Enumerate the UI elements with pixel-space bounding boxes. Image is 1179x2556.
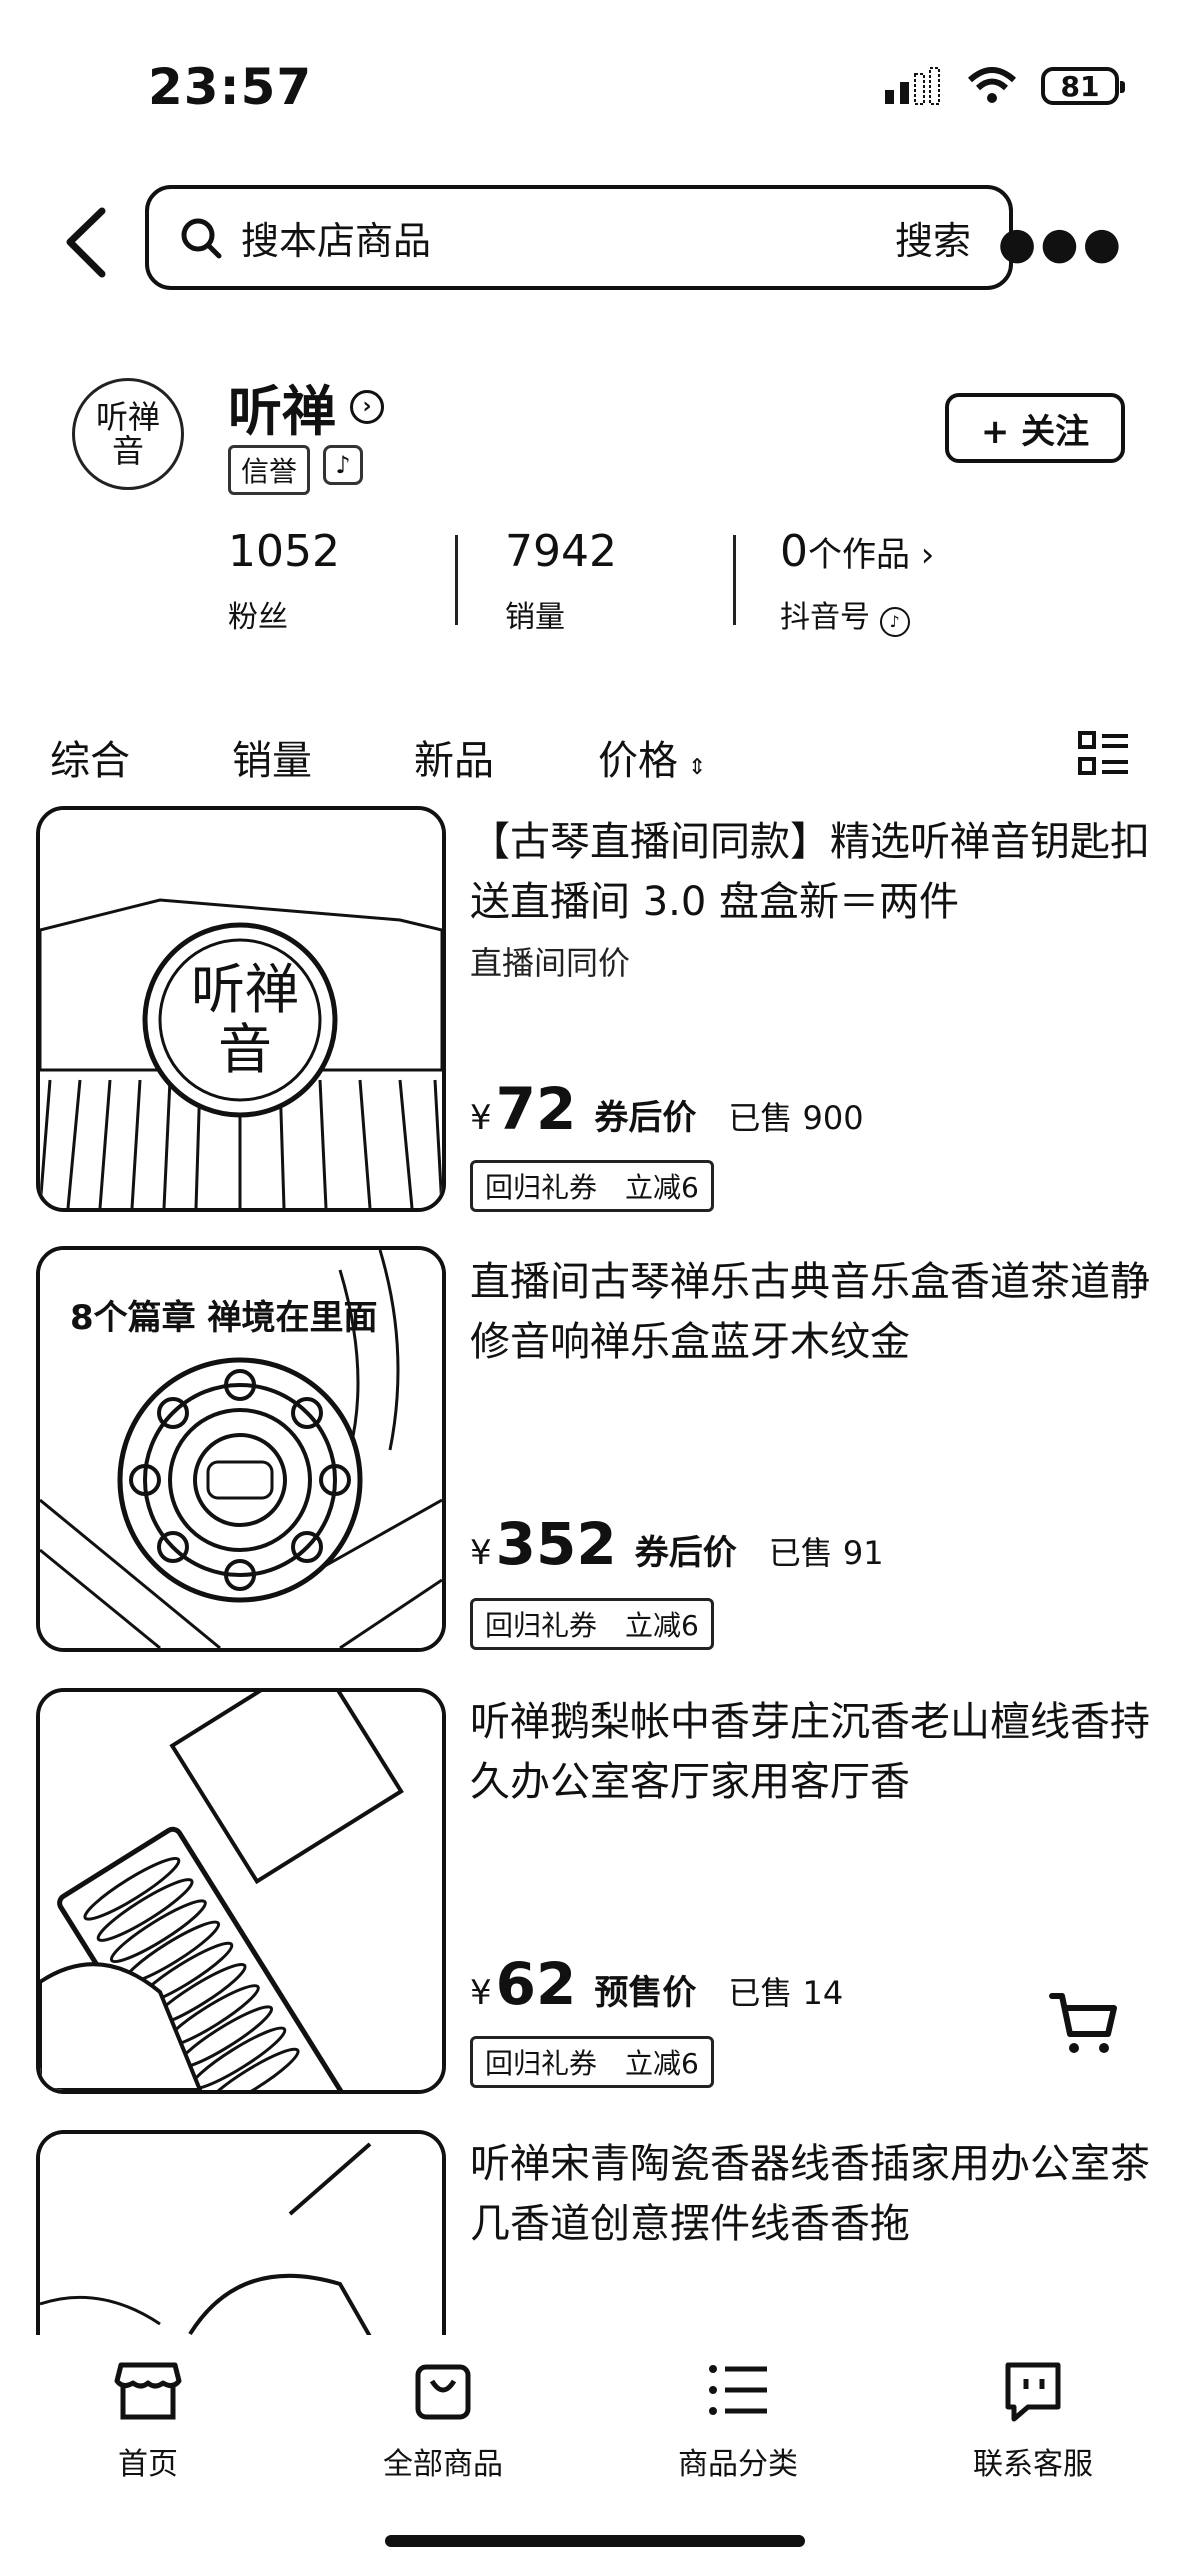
- nav-all-products[interactable]: 全部商品: [343, 2355, 543, 2483]
- coupon-tag: 回归礼券 立减6: [470, 1160, 714, 1212]
- search-placeholder: 搜本店商品: [241, 219, 432, 263]
- product-image[interactable]: [36, 1688, 446, 2094]
- coupon-tag: 回归礼券 立减6: [470, 1598, 714, 1650]
- tab-price[interactable]: 价格 ⇕: [598, 728, 706, 786]
- douyin-icon: ♪: [879, 607, 910, 637]
- product-price: ¥62 预售价 已售 14: [470, 1950, 844, 2018]
- nav-home[interactable]: 首页: [48, 2355, 248, 2483]
- bag-icon: [415, 2364, 471, 2420]
- product-image[interactable]: 听禅音: [36, 806, 446, 1212]
- product-price: ¥352 券后价 已售 91: [470, 1510, 884, 1578]
- shop-icon: [114, 2362, 182, 2420]
- tab-sales[interactable]: 销量: [232, 728, 312, 786]
- fans-label: 粉丝: [228, 600, 288, 635]
- product-title[interactable]: 【古琴直播间同款】精选听禅音钥匙扣送直播间 3.0 盘盒新＝两件: [470, 812, 1160, 932]
- search-input[interactable]: 搜本店商品 搜索: [145, 185, 1013, 290]
- list-layout-icon[interactable]: [1078, 730, 1130, 778]
- divider: [733, 535, 736, 625]
- product-subtitle: 直播间同价: [470, 944, 631, 982]
- tab-comprehensive[interactable]: 综合: [50, 728, 130, 786]
- status-icons: 81: [883, 66, 1125, 106]
- back-arrow-icon[interactable]: [58, 205, 118, 280]
- product-title[interactable]: 听禅鹅梨帐中香芽庄沉香老山檀线香持久办公室客厅家用客厅香: [470, 1692, 1160, 1812]
- chat-icon: [1005, 2362, 1061, 2422]
- nav-customer-service[interactable]: 联系客服: [933, 2355, 1133, 2483]
- sales-label: 销量: [505, 600, 565, 635]
- more-icon[interactable]: ●●●: [998, 218, 1125, 269]
- divider: [455, 535, 458, 625]
- battery-icon: 81: [1041, 67, 1125, 105]
- sales-count: 7942: [505, 526, 617, 577]
- tab-new[interactable]: 新品: [414, 728, 494, 786]
- nav-categories[interactable]: 商品分类: [638, 2355, 838, 2483]
- cart-icon[interactable]: [1048, 1990, 1118, 2056]
- wifi-icon: [967, 67, 1017, 103]
- douyin-id-label[interactable]: 抖音号 ♪: [780, 592, 910, 637]
- credit-badge: 信誉: [228, 445, 311, 495]
- coupon-tag: 回归礼券 立减6: [470, 2036, 714, 2088]
- list-icon: [709, 2365, 767, 2415]
- fans-count: 1052: [228, 526, 340, 577]
- product-price: ¥72 券后价 已售 900: [470, 1075, 864, 1143]
- product-title[interactable]: 听禅宋青陶瓷香器线香插家用办公室茶几香道创意摆件线香香拖: [470, 2134, 1160, 2254]
- signal-icon: [885, 67, 940, 105]
- chevron-right-icon: ›: [350, 389, 384, 424]
- product-image-text: 8个篇章 禅境在里面: [70, 1298, 378, 1338]
- product-image-text: 听禅音: [191, 958, 299, 1081]
- shop-name[interactable]: 听禅 ›: [228, 367, 384, 446]
- douyin-icon: ♪: [323, 445, 363, 485]
- search-button[interactable]: 搜索: [895, 210, 971, 265]
- shop-logo: 听禅音: [72, 378, 184, 490]
- product-image[interactable]: 8个篇章 禅境在里面: [36, 1246, 446, 1652]
- product-title[interactable]: 直播间古琴禅乐古典音乐盒香道茶道静修音响禅乐盒蓝牙木纹金: [470, 1252, 1160, 1372]
- home-indicator[interactable]: [385, 2535, 805, 2547]
- works-count[interactable]: 0个作品 ›: [780, 526, 934, 577]
- status-time: 23:57: [148, 58, 313, 116]
- follow-button[interactable]: + 关注: [945, 393, 1125, 463]
- sort-icon: ⇕: [688, 755, 707, 780]
- product-image[interactable]: [36, 2130, 446, 2350]
- search-icon: [181, 218, 222, 258]
